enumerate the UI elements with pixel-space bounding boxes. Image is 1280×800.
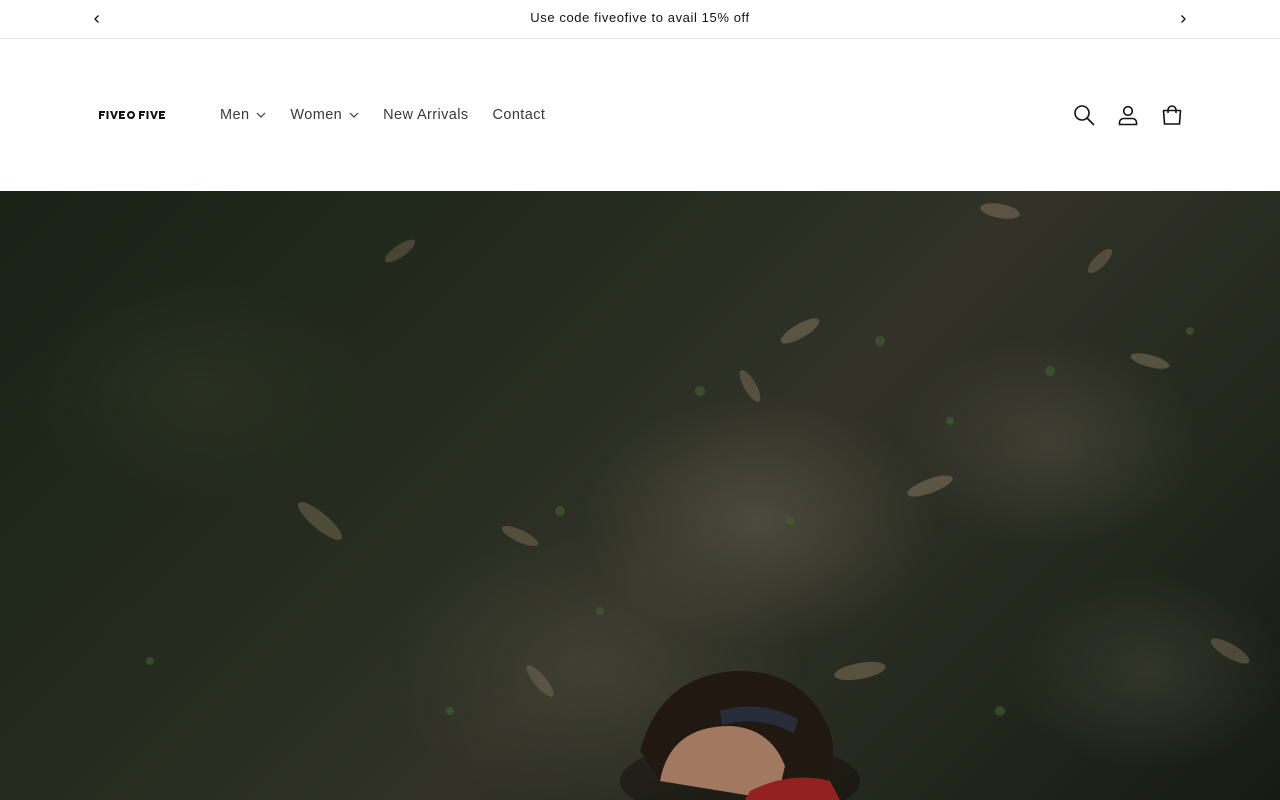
account-icon [1118, 105, 1138, 126]
main-nav: Men Women New Arrivals Contact [208, 103, 557, 127]
nav-item-contact[interactable]: Contact [481, 103, 558, 127]
nav-item-new-arrivals[interactable]: New Arrivals [371, 103, 480, 127]
site-header: Men Women New Arrivals Contact [0, 39, 1280, 191]
nav-item-label: Men [220, 107, 250, 123]
announcement-next-button[interactable] [1174, 10, 1192, 28]
announcement-bar: Use code fiveofive to avail 15% off [0, 0, 1280, 39]
search-button[interactable] [1070, 101, 1098, 129]
fiveofive-logo [99, 111, 165, 119]
account-button[interactable] [1114, 101, 1142, 129]
hero-overlay [0, 191, 1280, 800]
chevron-down-icon [256, 112, 266, 118]
search-icon [1074, 105, 1095, 126]
cart-button[interactable] [1158, 101, 1186, 129]
chevron-down-icon [349, 112, 359, 118]
nav-item-men[interactable]: Men [208, 103, 278, 127]
header-icons [1070, 101, 1202, 129]
nav-item-label: Contact [492, 107, 546, 123]
chevron-right-icon [1181, 15, 1186, 23]
nav-item-label: Women [290, 107, 343, 123]
cart-icon [1162, 105, 1182, 125]
nav-item-label: New Arrivals [383, 107, 469, 123]
hero-banner [0, 191, 1280, 800]
nav-item-women[interactable]: Women [278, 103, 371, 127]
brand-logo[interactable] [99, 109, 171, 121]
announcement-message: Use code fiveofive to avail 15% off [530, 10, 750, 25]
